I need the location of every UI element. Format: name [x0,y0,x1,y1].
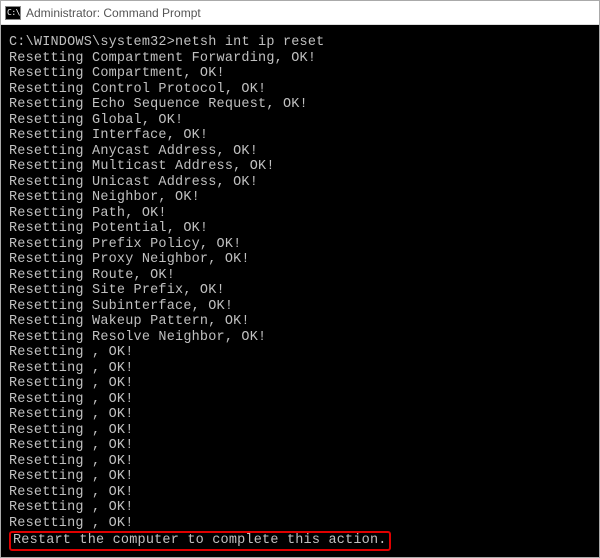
command-text: netsh int ip reset [175,35,324,50]
prompt-path: C:\WINDOWS\system32> [9,35,175,50]
restart-message: Restart the computer to complete this ac… [13,533,387,548]
command-prompt-window: C:\. Administrator: Command Prompt C:\WI… [0,0,600,558]
output-lines: Resetting Compartment Forwarding, OK! Re… [9,51,316,531]
prompt-line: C:\WINDOWS\system32>netsh int ip reset [9,35,591,51]
titlebar: C:\. Administrator: Command Prompt [1,1,599,25]
cmd-icon: C:\. [5,6,21,20]
window-title: Administrator: Command Prompt [26,6,201,20]
terminal-area[interactable]: C:\WINDOWS\system32>netsh int ip resetRe… [1,25,599,557]
restart-message-highlight: Restart the computer to complete this ac… [9,531,391,551]
